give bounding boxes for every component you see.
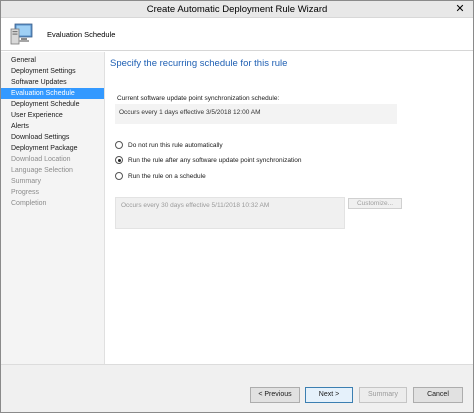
nav-item-deployment-settings[interactable]: Deployment Settings	[1, 66, 104, 77]
radio-button[interactable]	[115, 156, 123, 164]
wizard-nav: General Deployment Settings Software Updat…	[1, 52, 105, 364]
cancel-button[interactable]: Cancel	[413, 387, 463, 403]
sync-schedule-field: Occurs every 1 days effective 3/5/2018 1…	[115, 104, 397, 124]
wizard-footer: < Previous Next > Summary Cancel	[1, 364, 473, 412]
close-icon[interactable]: ✕	[452, 2, 468, 16]
radio-label: Do not run this rule automatically	[128, 141, 223, 149]
sync-schedule-value: Occurs every 1 days effective 3/5/2018 1…	[119, 109, 261, 116]
page-name: Evaluation Schedule	[47, 30, 116, 39]
nav-item-deployment-package[interactable]: Deployment Package	[1, 143, 104, 154]
radio-label: Run the rule on a schedule	[128, 172, 206, 180]
nav-item-download-location: Download Location	[11, 156, 71, 163]
radio-label: Run the rule after any software update p…	[128, 156, 302, 164]
next-button[interactable]: Next >	[305, 387, 353, 403]
customize-button[interactable]: Customize...	[348, 198, 402, 209]
radio-button[interactable]	[115, 141, 123, 149]
nav-item-alerts[interactable]: Alerts	[1, 121, 104, 132]
nav-item-language-selection: Language Selection	[11, 167, 73, 174]
radio-run-after-sync[interactable]: Run the rule after any software update p…	[115, 155, 301, 165]
wizard-window: Create Automatic Deployment Rule Wizard …	[0, 0, 474, 413]
nav-item-completion: Completion	[11, 200, 47, 207]
page-content: Specify the recurring schedule for this …	[106, 52, 473, 364]
nav-item-summary: Summary	[11, 178, 41, 185]
previous-button[interactable]: < Previous	[250, 387, 300, 403]
schedule-field: Occurs every 30 days effective 5/11/2018…	[115, 197, 345, 229]
schedule-value: Occurs every 30 days effective 5/11/2018…	[121, 202, 270, 209]
radio-button[interactable]	[115, 172, 123, 180]
nav-item-evaluation-schedule[interactable]: Evaluation Schedule	[1, 88, 104, 99]
radio-run-on-schedule[interactable]: Run the rule on a schedule	[115, 171, 206, 181]
radio-do-not-run[interactable]: Do not run this rule automatically	[115, 140, 223, 150]
nav-item-progress: Progress	[11, 189, 40, 196]
window-title: Create Automatic Deployment Rule Wizard	[146, 4, 328, 15]
nav-item-download-settings[interactable]: Download Settings	[1, 132, 104, 143]
nav-item-general[interactable]: General	[1, 55, 104, 66]
title-bar: Create Automatic Deployment Rule Wizard …	[1, 1, 473, 18]
summary-button[interactable]: Summary	[359, 387, 407, 403]
page-heading: Specify the recurring schedule for this …	[110, 58, 288, 69]
computer-monitor-icon	[10, 23, 33, 45]
sync-schedule-label: Current software update point synchroniz…	[117, 95, 280, 102]
wizard-header: Evaluation Schedule	[1, 18, 473, 51]
nav-item-software-updates[interactable]: Software Updates	[1, 77, 104, 88]
nav-item-deployment-schedule[interactable]: Deployment Schedule	[1, 99, 104, 110]
nav-item-user-experience[interactable]: User Experience	[1, 110, 104, 121]
